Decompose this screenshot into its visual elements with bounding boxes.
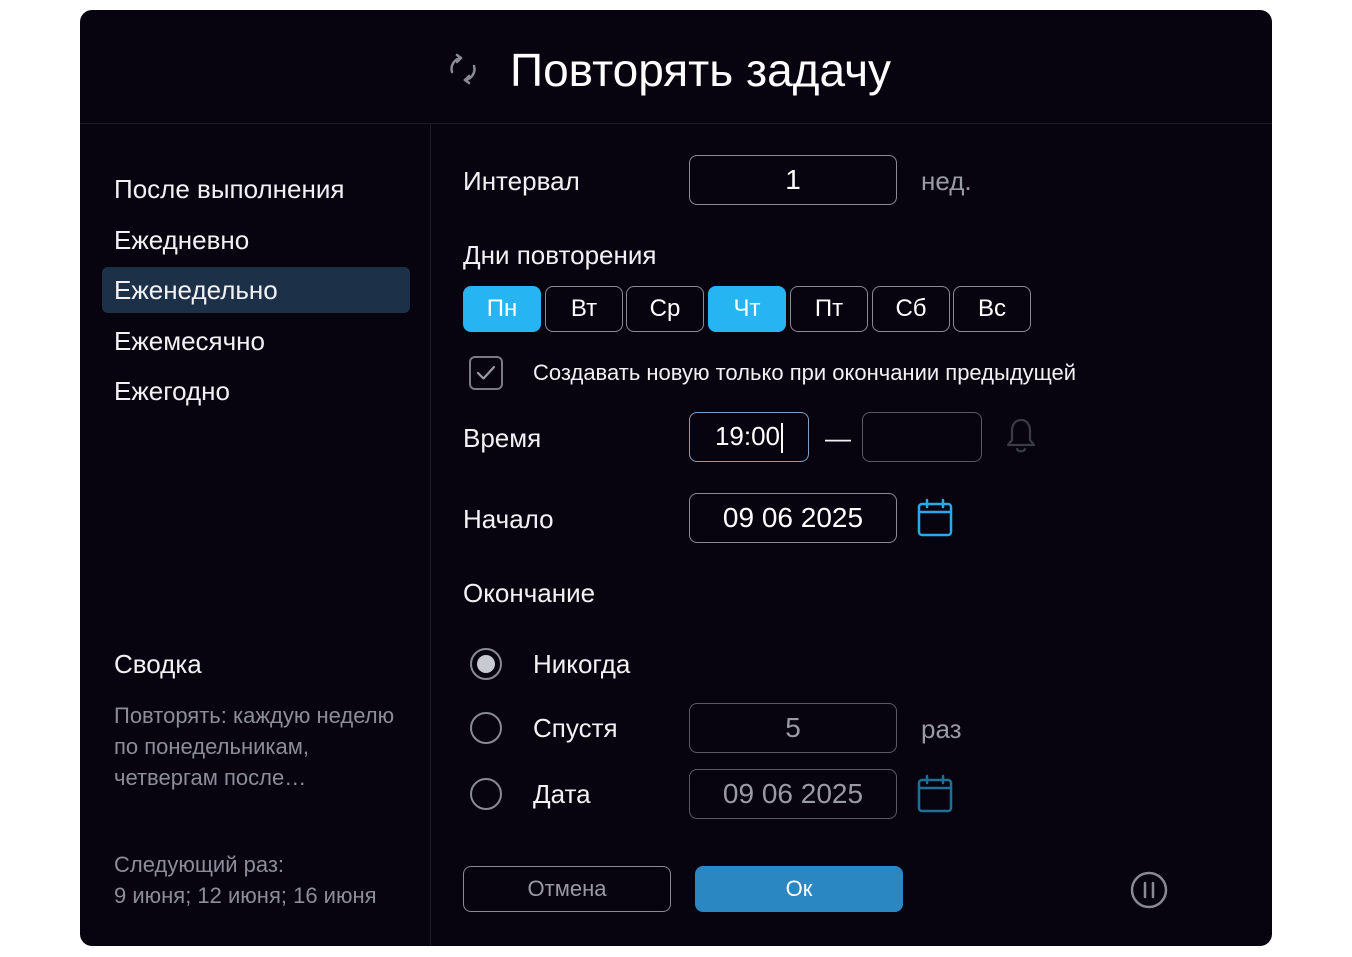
repeat-icon	[450, 53, 476, 85]
sidebar-item-weekly[interactable]: Еженедельно	[102, 267, 410, 313]
end-after-unit: раз	[921, 714, 962, 744]
calendar-icon[interactable]	[917, 774, 953, 814]
frequency-sidebar: После выполнения Ежедневно Еженедельно Е…	[80, 124, 431, 946]
day-button-thu[interactable]: Чт	[708, 286, 786, 332]
interval-input[interactable]: 1	[689, 155, 897, 205]
interval-label: Интервал	[463, 166, 580, 196]
day-button-fri[interactable]: Пт	[790, 286, 868, 332]
check-icon	[476, 365, 496, 380]
next-occurrences: Следующий раз: 9 июня; 12 июня; 16 июня	[114, 849, 414, 911]
start-date-input[interactable]: 09 06 2025	[689, 493, 897, 543]
pause-icon[interactable]	[1129, 870, 1169, 910]
create-after-previous-label: Создавать новую только при окончании пре…	[533, 360, 1077, 385]
next-occurrences-label: Следующий раз:	[114, 852, 285, 877]
end-label: Окончание	[463, 578, 596, 608]
bell-icon[interactable]	[1004, 416, 1038, 456]
sidebar-item-after-completion[interactable]: После выполнения	[102, 166, 410, 212]
end-never-radio[interactable]	[470, 648, 502, 680]
time-end-input[interactable]	[862, 412, 982, 462]
sidebar-item-yearly[interactable]: Ежегодно	[102, 368, 410, 414]
sidebar-item-daily[interactable]: Ежедневно	[102, 217, 410, 263]
end-after-count-input[interactable]: 5	[689, 703, 897, 753]
end-date-input[interactable]: 09 06 2025	[689, 769, 897, 819]
calendar-icon[interactable]	[917, 498, 953, 538]
summary-text: Повторять: каждую неделю по понедельника…	[114, 703, 395, 790]
repeat-days-label: Дни повторения	[463, 240, 657, 270]
day-button-mon[interactable]: Пн	[463, 286, 541, 332]
day-button-sun[interactable]: Вс	[953, 286, 1031, 332]
text-cursor	[781, 423, 784, 454]
end-never-label: Никогда	[533, 649, 631, 679]
time-label: Время	[463, 423, 542, 453]
time-start-value: 19:00	[714, 421, 781, 451]
day-button-sat[interactable]: Сб	[872, 286, 950, 332]
cancel-button[interactable]: Отмена	[463, 866, 671, 912]
end-date-label: Дата	[533, 779, 591, 809]
time-start-input[interactable]: 19:00	[689, 412, 809, 462]
dialog-header: Повторять задачу	[80, 10, 1272, 124]
end-after-radio[interactable]	[470, 712, 502, 744]
day-button-wed[interactable]: Ср	[626, 286, 704, 332]
end-after-label: Спустя	[533, 713, 618, 743]
repeat-task-dialog: Повторять задачу После выполнения Ежедне…	[80, 10, 1272, 946]
create-after-previous-checkbox[interactable]	[469, 356, 503, 390]
interval-unit: нед.	[921, 166, 972, 196]
next-occurrences-dates: 9 июня; 12 июня; 16 июня	[114, 883, 377, 908]
start-label: Начало	[463, 504, 554, 534]
day-button-tue[interactable]: Вт	[545, 286, 623, 332]
ok-button[interactable]: Ок	[695, 866, 903, 912]
dialog-title: Повторять задачу	[510, 44, 892, 96]
end-date-radio[interactable]	[470, 778, 502, 810]
sidebar-item-monthly[interactable]: Ежемесячно	[102, 318, 410, 364]
time-separator: —	[825, 423, 851, 453]
summary-title: Сводка	[114, 649, 202, 679]
